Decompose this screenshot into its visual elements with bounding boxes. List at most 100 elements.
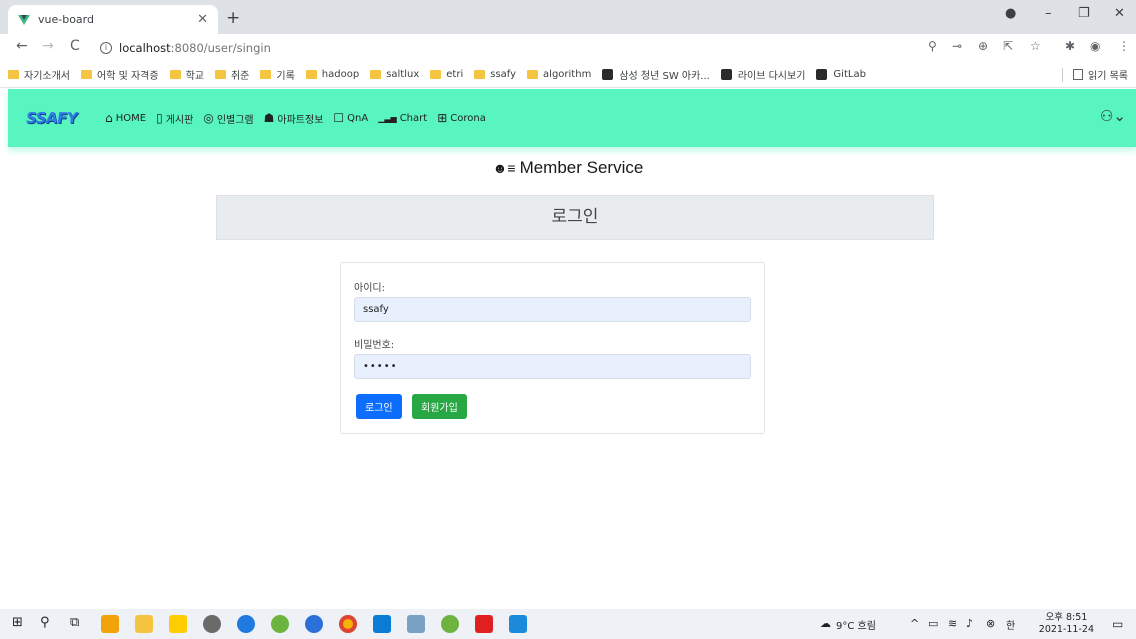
reading-list[interactable]: 읽기 목록 <box>1062 67 1128 82</box>
folder-icon <box>260 69 272 79</box>
ime-indicator[interactable]: 한 <box>1006 617 1015 632</box>
new-tab-button[interactable]: + <box>226 8 240 28</box>
notification-icon[interactable]: ▭ <box>1112 617 1123 631</box>
bookmark-folder[interactable]: 학교 <box>169 67 204 82</box>
app-icon[interactable] <box>237 615 255 633</box>
bookmark-folder[interactable]: algorithm <box>527 69 591 80</box>
network-icon[interactable]: ⊗ <box>986 617 995 630</box>
task-view-icon[interactable]: ⧉ <box>70 615 79 630</box>
app-icon[interactable] <box>407 615 425 633</box>
bookmark-folder[interactable]: etri <box>430 69 463 80</box>
app-icon[interactable] <box>203 615 221 633</box>
plus-box-icon: ⊞ <box>437 111 448 125</box>
bookmark-folder[interactable]: 기록 <box>260 67 295 82</box>
wifi-icon[interactable]: ≋ <box>948 617 957 630</box>
zoom-icon[interactable]: ⊕ <box>978 39 988 53</box>
menu-icon[interactable]: ⋮ <box>1118 39 1130 53</box>
site-info-icon[interactable]: i <box>100 42 112 54</box>
bookmark-folder[interactable]: 자기소개서 <box>8 67 70 82</box>
chrome-icon[interactable] <box>339 615 357 633</box>
instagram-icon: ◎ <box>203 111 214 125</box>
bookmark-link[interactable]: GitLab <box>816 68 866 80</box>
signup-button[interactable]: 회원가입 <box>412 394 467 419</box>
bookmark-star-icon[interactable]: ☆ <box>1030 39 1041 53</box>
section-title: 로그인 <box>216 195 934 240</box>
close-tab-icon[interactable]: ✕ <box>197 12 208 27</box>
weather-icon[interactable]: ☁ <box>820 617 831 630</box>
location-icon[interactable]: ⚲ <box>928 39 937 53</box>
extensions-icon[interactable]: ✱ <box>1065 39 1075 53</box>
clock[interactable]: 오후 8:51 2021-11-24 <box>1039 612 1094 636</box>
windows-start-icon[interactable]: ⊞ <box>12 615 23 630</box>
url-path: :8080/user/singin <box>170 41 271 55</box>
home-icon: ⌂ <box>105 111 113 125</box>
bookmark-link[interactable]: 삼성 청년 SW 아카... <box>602 67 710 82</box>
gitlab-icon <box>602 68 614 80</box>
share-icon[interactable]: ⇱ <box>1003 39 1013 53</box>
brand-logo[interactable]: SSAFY <box>25 109 79 127</box>
volume-icon[interactable]: ♪ <box>966 617 973 630</box>
password-input[interactable] <box>354 354 751 379</box>
nav-item-apartment[interactable]: ☗ 아파트정보 <box>264 111 324 126</box>
search-icon[interactable]: ⚲ <box>40 615 50 630</box>
chevron-up-icon[interactable]: ^ <box>910 617 919 630</box>
folder-icon <box>8 69 19 79</box>
forward-button[interactable]: → <box>42 38 54 54</box>
url-host: localhost <box>119 41 171 55</box>
key-icon[interactable]: ⊸ <box>952 39 962 53</box>
tab-title: vue-board <box>38 13 94 26</box>
chat-icon: ☐ <box>333 111 345 125</box>
id-input[interactable] <box>354 297 751 322</box>
sticky-notes-icon[interactable] <box>101 615 119 633</box>
minimize-button[interactable]: – <box>1045 6 1052 21</box>
id-label: 아이디: <box>354 283 385 294</box>
battery-icon[interactable]: ▭ <box>928 617 938 630</box>
nav-item-instagram[interactable]: ◎ 인별그램 <box>203 111 253 126</box>
bookmark-folder[interactable]: 어학 및 자격증 <box>81 67 159 82</box>
nav-item-qna[interactable]: ☐ QnA <box>333 111 368 125</box>
restore-button[interactable]: ❐ <box>1078 6 1090 21</box>
login-button[interactable]: 로그인 <box>356 394 402 419</box>
date-text: 2021-11-24 <box>1038 624 1094 635</box>
board-icon: ▯ <box>156 111 163 125</box>
nav-item-corona[interactable]: ⊞ Corona <box>437 111 486 125</box>
bookmarks-bar: 자기소개서 어학 및 자격증 학교 취준 기록 hadoop saltlux e… <box>0 61 1136 88</box>
address-bar[interactable]: i localhost :8080/user/singin <box>100 37 1050 59</box>
app-navbar: SSAFY ⌂ HOME ▯ 게시판 ◎ 인별그램 ☗ 아파트정보 ☐ QnA ▁▃▅ Ch… <box>8 89 1136 147</box>
folder-icon <box>81 69 92 79</box>
bookmark-link[interactable]: 라이브 다시보기 <box>720 67 805 82</box>
app-icon[interactable] <box>509 615 527 633</box>
browser-tab[interactable]: vue-board ✕ <box>8 5 218 34</box>
gitlab-icon <box>720 68 732 80</box>
reload-button[interactable]: C <box>70 38 80 54</box>
folder-icon <box>305 69 317 79</box>
window-close-button[interactable]: ✕ <box>1114 6 1125 21</box>
nav-item-board[interactable]: ▯ 게시판 <box>156 111 193 126</box>
folder-icon <box>527 69 539 79</box>
password-label: 비밀번호: <box>354 340 395 351</box>
bookmark-folder[interactable]: hadoop <box>305 69 359 80</box>
bookmark-folder[interactable]: ssafy <box>474 69 516 80</box>
folder-icon <box>474 69 486 79</box>
kakaotalk-icon[interactable] <box>169 615 187 633</box>
nav-item-chart[interactable]: ▁▃▅ Chart <box>378 113 427 124</box>
app-icon[interactable] <box>305 615 323 633</box>
spring-icon[interactable] <box>441 615 459 633</box>
user-menu-icon[interactable]: ⚇⌄ <box>1100 107 1126 125</box>
reading-list-icon <box>1073 69 1084 80</box>
spring-icon[interactable] <box>271 615 289 633</box>
vscode-icon[interactable] <box>373 615 391 633</box>
folder-icon <box>169 69 181 79</box>
weather-text[interactable]: 9°C 흐림 <box>836 617 876 632</box>
acrobat-icon[interactable] <box>475 615 493 633</box>
avatar[interactable]: ◉ <box>1090 39 1100 53</box>
browser-tabstrip: vue-board ✕ + ● – ❐ ✕ <box>0 0 1136 34</box>
back-button[interactable]: ← <box>16 38 28 54</box>
browser-toolbar: ← → C i localhost :8080/user/singin ⚲ ⊸ … <box>0 34 1136 61</box>
folder-icon <box>214 69 226 79</box>
profile-icon[interactable]: ● <box>1005 6 1016 21</box>
file-explorer-icon[interactable] <box>135 615 153 633</box>
nav-item-home[interactable]: ⌂ HOME <box>105 111 146 125</box>
bookmark-folder[interactable]: 취준 <box>214 67 249 82</box>
bookmark-folder[interactable]: saltlux <box>370 69 419 80</box>
